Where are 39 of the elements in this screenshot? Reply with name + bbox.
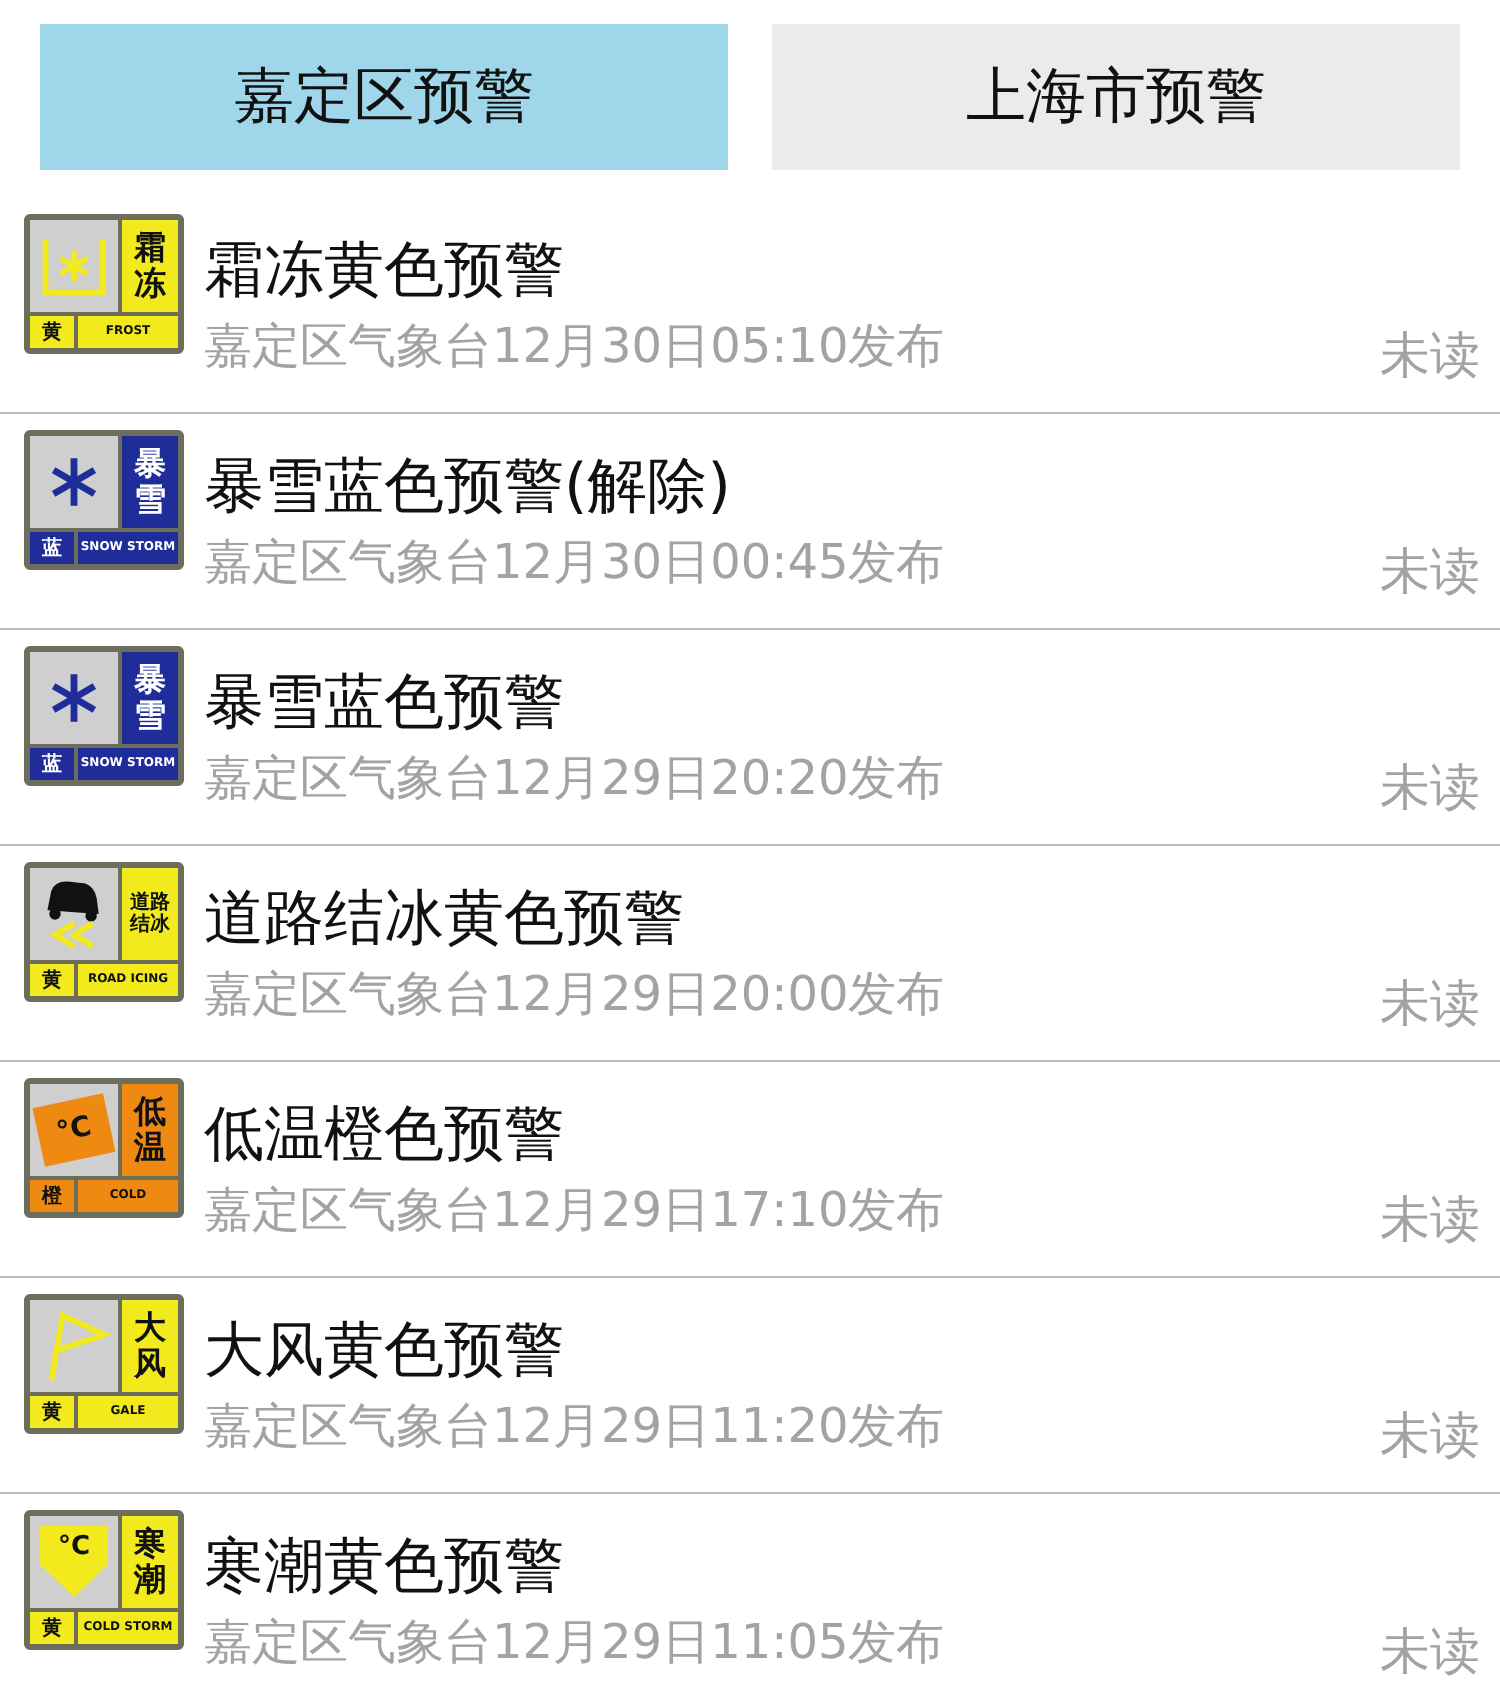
signal-name: 道路结冰 [122,867,178,959]
issue-info: 嘉定区气象台12月30日05:10发布 [204,315,947,377]
signal-name: 暴雪 [122,651,178,743]
read-status: 未读 [1380,1404,1480,1468]
signal-level: 蓝 [30,747,74,779]
signal-name: 寒潮 [122,1515,178,1607]
signal-level: 蓝 [30,531,74,563]
read-status: 未读 [1380,324,1480,388]
issue-info: 嘉定区气象台12月30日00:45发布 [204,531,947,593]
warning-title: 霜冻黄色预警 [204,233,566,309]
read-status: 未读 [1380,972,1480,1036]
signal-name: 暴雪 [122,435,178,527]
read-status: 未读 [1380,1188,1480,1252]
signal-name: 霜冻 [122,219,178,311]
warning-title: 暴雪蓝色预警(解除) [204,449,733,525]
issue-info: 嘉定区气象台12月29日20:00发布 [204,963,947,1025]
warning-title: 道路结冰黄色预警 [204,881,686,957]
warning-title: 大风黄色预警 [204,1313,566,1389]
signal-level: 黄 [30,963,74,995]
region-tab[interactable]: 嘉定区预警 [40,24,728,170]
signal-level: 黄 [30,1611,74,1643]
issue-info: 嘉定区气象台12月29日11:05发布 [204,1611,947,1673]
signal-name: 低温 [122,1083,178,1175]
signal-level: 黄 [30,1395,74,1427]
signal-level: 黄 [30,315,74,347]
down-arrow-sign: °C [40,1525,108,1597]
read-status: 未读 [1380,540,1480,604]
thermometer-card: °C [32,1092,116,1166]
issue-info: 嘉定区气象台12月29日20:20发布 [204,747,947,809]
read-status: 未读 [1380,1620,1480,1684]
signal-name: 大风 [122,1299,178,1391]
issue-info: 嘉定区气象台12月29日11:20发布 [204,1395,947,1457]
warning-title: 寒潮黄色预警 [204,1529,566,1605]
signal-level: 橙 [30,1179,74,1211]
warning-title: 暴雪蓝色预警 [204,665,566,741]
read-status: 未读 [1380,756,1480,820]
region-tab[interactable]: 上海市预警 [772,24,1460,170]
warning-title: 低温橙色预警 [204,1097,566,1173]
issue-info: 嘉定区气象台12月29日17:10发布 [204,1179,947,1241]
